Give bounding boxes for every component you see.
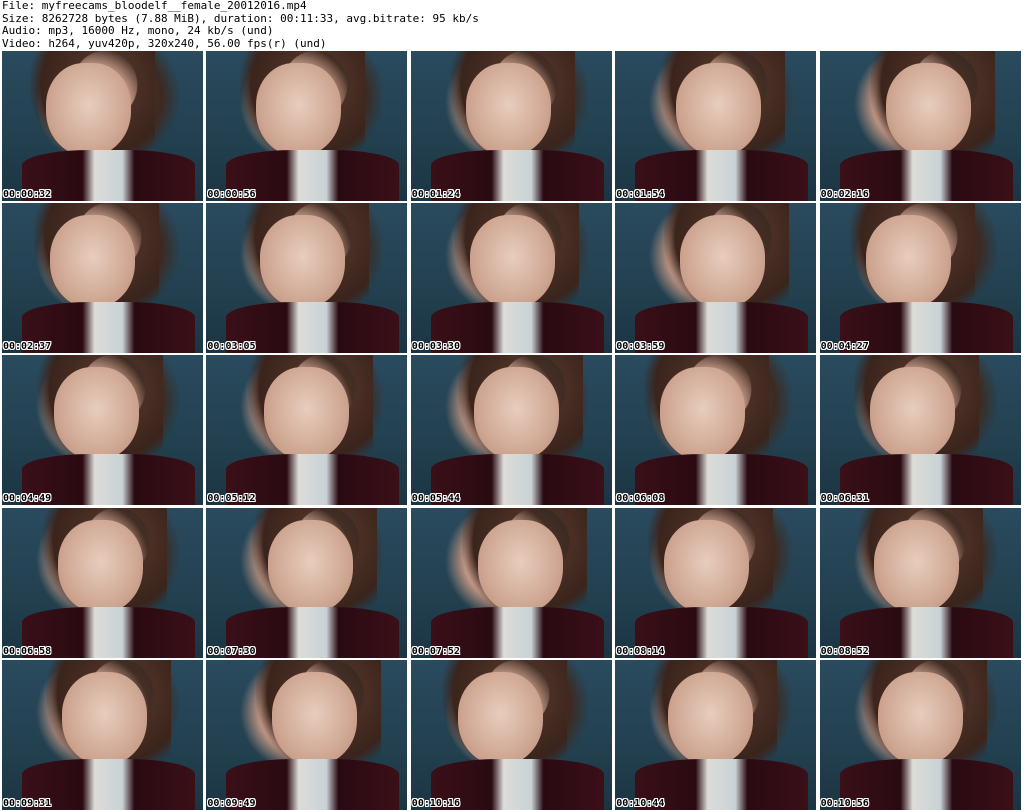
- thumbnail-image-face: [870, 367, 955, 461]
- video-thumbnail: 00:06:31: [819, 355, 1021, 506]
- thumbnail-image-face: [260, 215, 345, 309]
- thumbnail-timestamp: 00:03:30: [411, 341, 460, 353]
- thumbnail-image-face: [664, 519, 749, 613]
- video-thumbnail: 00:02:16: [819, 51, 1021, 201]
- video-thumbnail: 00:04:49: [2, 355, 203, 506]
- thumbnail-image-face: [866, 215, 951, 309]
- thumbnail-image-face: [62, 671, 147, 765]
- video-thumbnail: 00:05:44: [410, 355, 612, 506]
- video-thumbnail: 00:10:16: [410, 659, 612, 810]
- video-thumbnail: 00:04:27: [819, 203, 1021, 354]
- video-thumbnail: 00:07:30: [206, 507, 408, 658]
- thumbnail-timestamp: 00:07:30: [207, 645, 256, 657]
- thumbnail-image-face: [466, 63, 551, 156]
- thumbnail-timestamp: 00:02:37: [3, 341, 52, 353]
- thumbnail-timestamp: 00:05:44: [411, 493, 460, 505]
- video-thumbnail: 00:09:31: [2, 659, 203, 810]
- audio-info-line: Audio: mp3, 16000 Hz, mono, 24 kb/s (und…: [2, 24, 274, 37]
- thumbnail-timestamp: 00:00:56: [207, 189, 256, 200]
- thumbnail-image-face: [470, 215, 555, 309]
- thumbnail-image-face: [668, 671, 753, 765]
- thumbnail-image-face: [268, 519, 353, 613]
- video-thumbnail: 00:02:37: [2, 203, 203, 354]
- thumbnail-timestamp: 00:04:49: [3, 493, 52, 505]
- thumbnail-image-face: [874, 519, 959, 613]
- thumbnail-timestamp: 00:02:16: [820, 189, 869, 200]
- thumbnail-timestamp: 00:06:58: [3, 645, 52, 657]
- video-thumbnail: 00:07:52: [410, 507, 612, 658]
- thumbnail-timestamp: 00:10:44: [616, 797, 665, 809]
- video-thumbnail: 00:03:05: [206, 203, 408, 354]
- video-thumbnail: 00:01:54: [615, 51, 817, 201]
- video-thumbnail: 00:01:24: [410, 51, 612, 201]
- video-thumbnail: 00:09:49: [206, 659, 408, 810]
- video-thumbnail: 00:00:56: [206, 51, 408, 201]
- thumbnail-image-face: [264, 367, 349, 461]
- thumbnail-timestamp: 00:05:12: [207, 493, 256, 505]
- thumbnail-image-face: [676, 63, 761, 156]
- thumbnail-timestamp: 00:10:56: [820, 797, 869, 809]
- video-thumbnail: 00:05:12: [206, 355, 408, 506]
- video-thumbnail: 00:06:58: [2, 507, 203, 658]
- thumbnail-timestamp: 00:03:59: [616, 341, 665, 353]
- video-thumbnail: 00:10:56: [819, 659, 1021, 810]
- thumbnail-image-face: [50, 215, 135, 309]
- thumbnail-image-face: [660, 367, 745, 461]
- thumbnail-timestamp: 00:07:52: [411, 645, 460, 657]
- thumbnail-image-face: [474, 367, 559, 461]
- thumbnail-timestamp: 00:06:08: [616, 493, 665, 505]
- video-thumbnail: 00:08:14: [615, 507, 817, 658]
- thumbnail-timestamp: 00:08:52: [820, 645, 869, 657]
- video-thumbnail: 00:06:08: [615, 355, 817, 506]
- thumbnail-image-face: [58, 519, 143, 613]
- thumbnail-timestamp: 00:08:14: [616, 645, 665, 657]
- video-thumbnail: 00:10:44: [615, 659, 817, 810]
- thumbnail-grid: 00:00:32 00:00:56 00:01:24 00:01:54 00:02:16…: [0, 51, 1024, 811]
- thumbnail-image-face: [256, 63, 341, 156]
- thumbnail-image-face: [478, 519, 563, 613]
- video-thumbnail: 00:00:32: [2, 51, 203, 201]
- thumbnail-timestamp: 00:03:05: [207, 341, 256, 353]
- thumbnail-image-face: [458, 671, 543, 765]
- thumbnail-image-face: [272, 671, 357, 765]
- thumbnail-image-face: [54, 367, 139, 461]
- thumbnail-timestamp: 00:09:49: [207, 797, 256, 809]
- file-name-line: File: myfreecams_bloodelf__female_200120…: [2, 0, 307, 12]
- thumbnail-timestamp: 00:00:32: [3, 189, 52, 200]
- video-info-line: Video: h264, yuv420p, 320x240, 56.00 fps…: [2, 36, 327, 50]
- thumbnail-image-face: [46, 63, 131, 156]
- thumbnail-timestamp: 00:01:24: [411, 189, 460, 200]
- thumbnail-timestamp: 00:04:27: [820, 341, 869, 353]
- thumbnail-timestamp: 00:01:54: [616, 189, 665, 200]
- thumbnail-timestamp: 00:10:16: [411, 797, 460, 809]
- thumbnail-image-face: [680, 215, 765, 309]
- thumbnail-timestamp: 00:06:31: [820, 493, 869, 505]
- thumbnail-image-face: [878, 671, 963, 765]
- video-thumbnail: 00:08:52: [819, 507, 1021, 658]
- file-info-header: File: myfreecams_bloodelf__female_200120…: [2, 0, 1022, 50]
- video-thumbnail: 00:03:59: [615, 203, 817, 354]
- thumbnail-timestamp: 00:09:31: [3, 797, 52, 809]
- video-thumbnail: 00:03:30: [410, 203, 612, 354]
- thumbnail-image-face: [886, 63, 971, 156]
